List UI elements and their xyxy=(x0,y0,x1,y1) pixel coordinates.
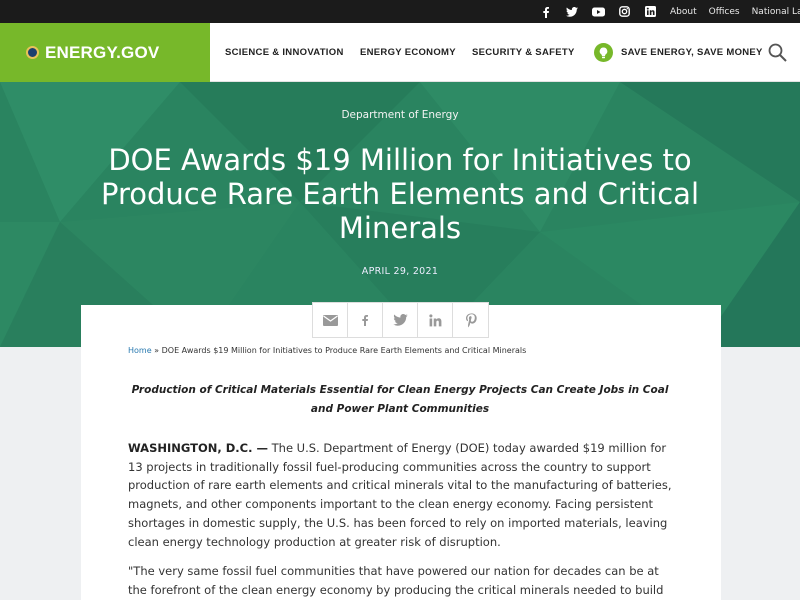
lightbulb-icon xyxy=(594,43,613,62)
share-facebook-icon[interactable] xyxy=(348,303,383,337)
nav-security-safety[interactable]: SECURITY & SAFETY xyxy=(472,23,575,82)
logo-text: ENERGY.GOV xyxy=(45,42,160,62)
share-email-icon[interactable] xyxy=(313,303,348,337)
main-navigation: ENERGY.GOV SCIENCE & INNOVATION ENERGY E… xyxy=(0,23,800,82)
breadcrumb: Home » DOE Awards $19 Million for Initia… xyxy=(128,346,526,355)
share-twitter-icon[interactable] xyxy=(383,303,418,337)
publish-date: APRIL 29, 2021 xyxy=(361,266,439,277)
linkedin-icon[interactable] xyxy=(637,0,663,23)
hero-department: Department of Energy xyxy=(341,109,459,121)
nav-save-energy-label: SAVE ENERGY, SAVE MONEY xyxy=(621,47,763,58)
social-links xyxy=(533,0,663,23)
offices-link[interactable]: Offices xyxy=(709,7,740,17)
instagram-icon[interactable] xyxy=(611,0,637,23)
breadcrumb-separator: » xyxy=(151,346,162,355)
facebook-icon[interactable] xyxy=(533,0,559,23)
doe-seal-icon xyxy=(26,46,39,59)
breadcrumb-home-link[interactable]: Home xyxy=(128,346,152,355)
nav-energy-economy[interactable]: ENERGY ECONOMY xyxy=(360,23,456,82)
nav-save-energy[interactable]: SAVE ENERGY, SAVE MONEY xyxy=(594,23,763,82)
page-title: DOE Awards $19 Million for Initiatives t… xyxy=(100,143,699,245)
site-logo[interactable]: ENERGY.GOV xyxy=(0,23,210,82)
article-subheading: Production of Critical Materials Essenti… xyxy=(131,384,669,415)
paragraph-1-text: The U.S. Department of Energy (DOE) toda… xyxy=(128,441,672,549)
article-paragraph: "The very same fossil fuel communities t… xyxy=(128,564,664,597)
article-paragraph: WASHINGTON, D.C. — The U.S. Department o… xyxy=(128,439,678,551)
about-link[interactable]: About xyxy=(670,7,697,17)
search-icon[interactable] xyxy=(768,43,787,66)
utility-links: About Offices National Labs xyxy=(670,0,800,23)
article-dateline: WASHINGTON, D.C. — xyxy=(128,441,268,455)
share-bar xyxy=(312,302,489,338)
nav-science-innovation[interactable]: SCIENCE & INNOVATION xyxy=(225,23,344,82)
twitter-icon[interactable] xyxy=(559,0,585,23)
youtube-icon[interactable] xyxy=(585,0,611,23)
breadcrumb-current: DOE Awards $19 Million for Initiatives t… xyxy=(161,346,527,355)
national-labs-link[interactable]: National Labs xyxy=(752,7,800,17)
share-linkedin-icon[interactable] xyxy=(418,303,453,337)
utility-bar: About Offices National Labs xyxy=(0,0,800,23)
share-pinterest-icon[interactable] xyxy=(453,303,488,337)
